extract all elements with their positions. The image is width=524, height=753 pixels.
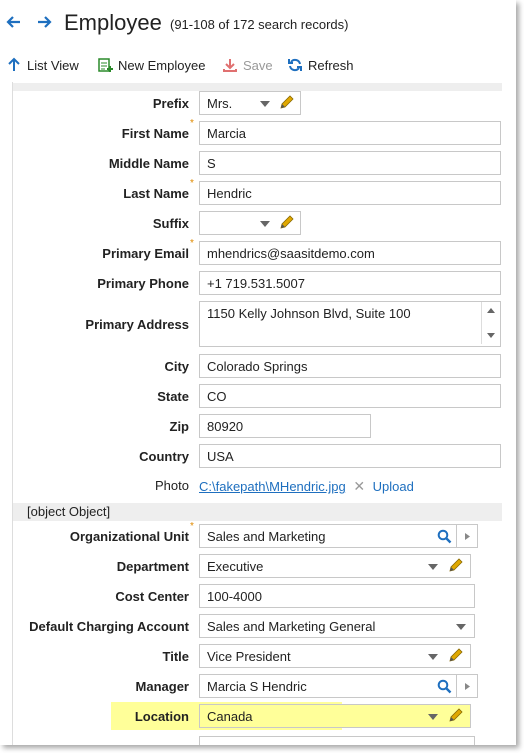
chevron-down-icon[interactable] xyxy=(428,714,438,720)
primary-phone-field[interactable]: +1 719.531.5007 xyxy=(199,271,501,295)
location-value: Canada xyxy=(207,709,253,724)
new-document-icon xyxy=(98,58,113,72)
charging-account-select[interactable]: Sales and Marketing General xyxy=(199,614,475,638)
scroll-down-icon[interactable] xyxy=(486,332,496,340)
toolbar: List View New Employee Save Refresh xyxy=(0,50,516,78)
page-title: Employee xyxy=(64,10,162,35)
city-label: City xyxy=(164,359,189,374)
pencil-icon[interactable] xyxy=(278,215,294,231)
zip-field[interactable]: 80920 xyxy=(199,414,371,438)
primary-address-label: Primary Address xyxy=(85,317,189,332)
country-field[interactable]: USA xyxy=(199,444,501,468)
cost-center-label: Cost Center xyxy=(115,589,189,604)
chevron-right-icon xyxy=(465,533,470,540)
chevron-right-icon xyxy=(465,683,470,690)
photo-file-link[interactable]: C:\fakepath\MHendric.jpg xyxy=(199,479,346,494)
save-button[interactable]: Save xyxy=(222,54,273,76)
location-label: Location xyxy=(134,709,189,724)
chevron-down-icon[interactable] xyxy=(260,221,270,227)
middle-name-label: Middle Name xyxy=(108,156,189,171)
photo-label: Photo xyxy=(155,478,189,493)
section-header: [object Object] xyxy=(12,503,502,521)
last-name-label: Last Name xyxy=(123,186,189,201)
city-field[interactable]: Colorado Springs xyxy=(199,354,501,378)
record-count: (91-108 of 172 search records) xyxy=(170,17,349,32)
form-left-border xyxy=(12,82,13,745)
cost-center-field[interactable]: 100-4000 xyxy=(199,584,475,608)
chevron-down-icon[interactable] xyxy=(456,624,466,630)
department-label: Department xyxy=(116,559,189,574)
new-employee-button[interactable]: New Employee xyxy=(97,54,205,76)
scrollbar[interactable] xyxy=(481,302,500,344)
department-value: Executive xyxy=(207,559,264,574)
title-bar: Employee (91-108 of 172 search records) xyxy=(0,0,516,48)
zip-label: Zip xyxy=(169,419,190,434)
upload-link[interactable]: Upload xyxy=(373,479,414,494)
job-title-value: Vice President xyxy=(207,649,291,664)
first-name-label: First Name xyxy=(121,126,189,141)
manager-field[interactable]: Marcia S Hendric xyxy=(199,674,457,698)
chevron-down-icon[interactable] xyxy=(260,101,270,107)
pencil-icon[interactable] xyxy=(447,708,463,724)
primary-phone-label: Primary Phone xyxy=(97,276,189,291)
chevron-down-icon[interactable] xyxy=(428,564,438,570)
manager-open-button[interactable] xyxy=(456,674,478,698)
save-icon xyxy=(223,59,237,72)
org-unit-field[interactable]: Sales and Marketing xyxy=(199,524,457,548)
pencil-icon[interactable] xyxy=(447,558,463,574)
list-view-label: List View xyxy=(27,57,79,73)
primary-email-label: Primary Email xyxy=(102,246,189,261)
primary-email-field[interactable]: mhendrics@saasitdemo.com xyxy=(199,241,501,265)
employee-window: Employee (91-108 of 172 search records) … xyxy=(0,0,516,745)
suffix-label: Suffix xyxy=(152,216,189,231)
charging-account-value: Sales and Marketing General xyxy=(207,619,376,634)
primary-address-textarea[interactable]: 1150 Kelly Johnson Blvd, Suite 100 xyxy=(199,301,501,347)
search-icon[interactable] xyxy=(437,679,452,694)
next-field-partial[interactable] xyxy=(199,736,475,745)
pencil-icon[interactable] xyxy=(278,95,294,111)
charging-account-label: Default Charging Account xyxy=(29,619,189,634)
save-label: Save xyxy=(243,57,273,73)
state-label: State xyxy=(157,389,189,404)
form-top-divider xyxy=(12,83,502,91)
scroll-up-icon[interactable] xyxy=(486,306,496,314)
required-marker: * xyxy=(190,521,194,532)
primary-address-value: 1150 Kelly Johnson Blvd, Suite 100 xyxy=(207,306,411,321)
refresh-label: Refresh xyxy=(308,57,354,73)
arrow-up-icon xyxy=(8,57,20,71)
photo-row: C:\fakepath\MHendric.jpg ✕ Upload xyxy=(199,478,414,495)
prefix-value: Mrs. xyxy=(207,96,233,111)
list-view-button[interactable]: List View xyxy=(6,54,79,76)
refresh-icon xyxy=(288,58,302,72)
required-marker: * xyxy=(190,118,194,129)
required-marker: * xyxy=(190,178,194,189)
arrow-left-icon[interactable] xyxy=(6,12,26,36)
state-field[interactable]: CO xyxy=(199,384,501,408)
country-label: Country xyxy=(139,449,189,464)
job-title-label: Title xyxy=(162,649,190,664)
last-name-field[interactable]: Hendric xyxy=(199,181,501,205)
manager-label: Manager xyxy=(135,679,189,694)
org-unit-open-button[interactable] xyxy=(456,524,478,548)
pencil-icon[interactable] xyxy=(447,648,463,664)
required-marker: * xyxy=(190,238,194,249)
org-unit-label: Organizational Unit xyxy=(69,529,189,544)
new-employee-label: New Employee xyxy=(118,57,206,73)
refresh-button[interactable]: Refresh xyxy=(287,54,354,76)
prefix-label: Prefix xyxy=(152,96,189,111)
arrow-right-icon[interactable] xyxy=(36,12,56,36)
search-icon[interactable] xyxy=(437,529,452,544)
chevron-down-icon[interactable] xyxy=(428,654,438,660)
middle-name-field[interactable]: S xyxy=(199,151,501,175)
remove-icon[interactable]: ✕ xyxy=(353,478,365,494)
first-name-field[interactable]: Marcia xyxy=(199,121,501,145)
